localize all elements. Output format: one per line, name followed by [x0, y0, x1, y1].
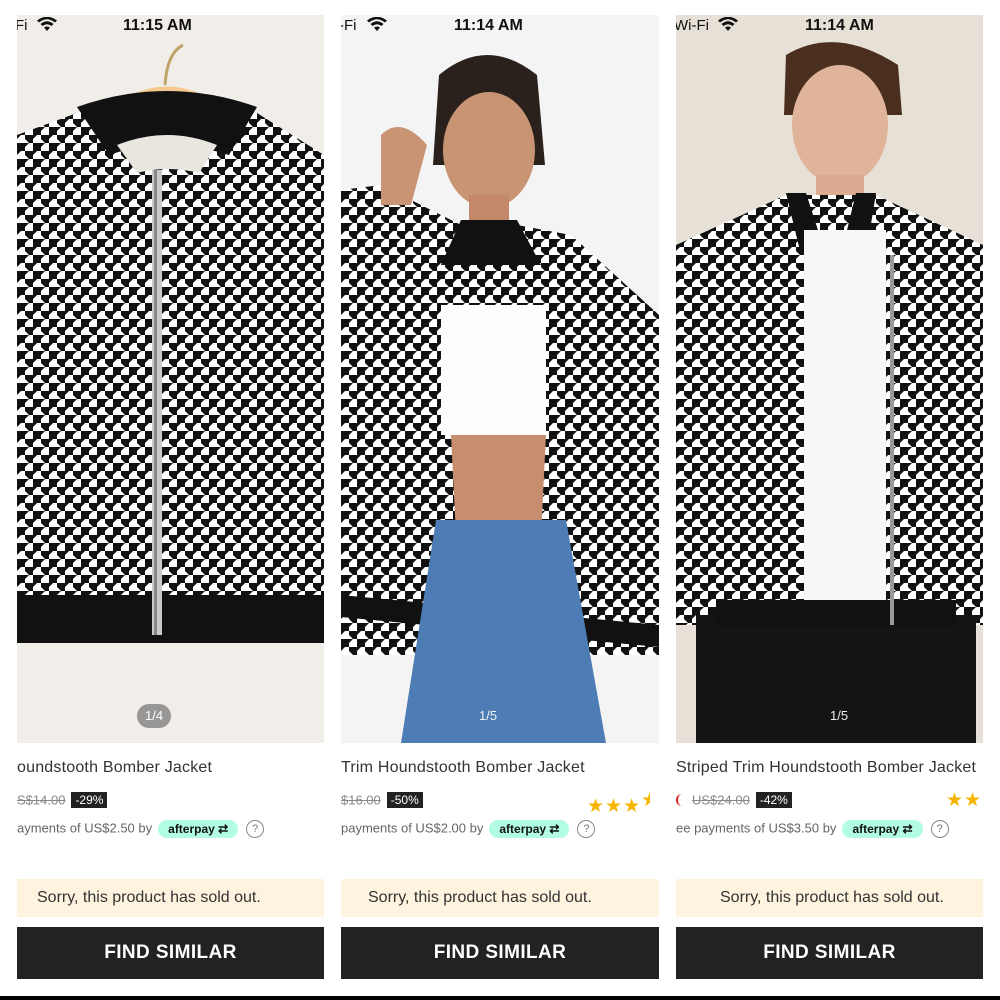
product-photo[interactable] [341, 15, 659, 743]
discount-badge: -29% [71, 791, 108, 808]
afterpay-text: ee payments of US$3.50 by [676, 820, 837, 836]
sold-out-notice: Sorry, this product has sold out. [341, 879, 659, 917]
rating-stars: ★★ [946, 789, 982, 812]
product-photo[interactable] [676, 15, 983, 743]
afterpay-arrows-icon: ⇄ [902, 822, 913, 836]
afterpay-text: ayments of US$2.50 by [17, 820, 153, 836]
half-star-icon: ★ [641, 789, 650, 812]
afterpay-text: payments of US$2.00 by [341, 820, 484, 836]
product-image [17, 15, 324, 743]
image-counter: 1/5 [830, 708, 849, 723]
afterpay-label: afterpay [168, 822, 215, 836]
price-row: $16.00 -50% [341, 791, 423, 809]
product-photo[interactable] [17, 15, 324, 743]
afterpay-badge[interactable]: afterpay ⇄ [158, 820, 239, 838]
afterpay-label: afterpay [499, 822, 547, 836]
afterpay-row: ayments of US$2.50 by afterpay ⇄? [17, 820, 265, 842]
wifi-icon [367, 16, 387, 37]
wifi-icon [718, 16, 738, 37]
discount-badge: -50% [386, 791, 423, 808]
help-icon[interactable]: ? [930, 820, 949, 838]
flash-sale-icon [676, 793, 684, 806]
status-bar: -Fi 11:14 AM [341, 15, 659, 37]
product-card-3: Wi-Fi 11:14 AM 1/5 Striped Trim Houndsto… [676, 0, 983, 1000]
afterpay-arrows-icon: ⇄ [218, 822, 229, 836]
product-card-1: Fi 11:15 AM 1/4 oundstooth Bomber Jacket… [17, 0, 324, 1000]
discount-badge: -42% [755, 791, 792, 808]
afterpay-label: afterpay [852, 822, 900, 836]
product-title[interactable]: Trim Houndstooth Bomber Jacket [341, 759, 585, 777]
original-price: US$24.00 [692, 792, 750, 808]
image-counter: 1/5 [479, 708, 498, 723]
rating-stars: ★★★★ [587, 789, 650, 818]
status-time: 11:15 AM [123, 17, 192, 34]
wifi-label: Wi-Fi [676, 17, 709, 34]
afterpay-row: ee payments of US$3.50 by afterpay ⇄? [676, 820, 949, 842]
afterpay-badge[interactable]: afterpay ⇄ [842, 820, 923, 838]
price-row: S$14.00 -29% [17, 791, 108, 809]
product-title[interactable]: oundstooth Bomber Jacket [17, 759, 212, 777]
find-similar-button[interactable]: FIND SIMILAR [676, 927, 983, 979]
product-image [341, 15, 659, 743]
status-bar: Wi-Fi 11:14 AM [676, 15, 983, 37]
sold-out-notice: Sorry, this product has sold out. [17, 879, 324, 917]
wifi-label: Fi [17, 17, 28, 34]
price-row: US$24.00 -42% [676, 791, 792, 809]
product-card-2: -Fi 11:14 AM 1/5 Trim Houndstooth Bomber… [341, 0, 659, 1000]
star-icon: ★ [605, 796, 624, 817]
afterpay-row: payments of US$2.00 by afterpay ⇄? [341, 820, 596, 842]
original-price: S$14.00 [17, 792, 66, 808]
help-icon[interactable]: ? [577, 820, 596, 838]
star-icon: ★ [964, 790, 983, 811]
bottom-divider [0, 996, 1000, 1000]
help-icon[interactable]: ? [246, 820, 265, 838]
find-similar-button[interactable]: FIND SIMILAR [341, 927, 659, 979]
status-time: 11:14 AM [454, 17, 523, 34]
status-time: 11:14 AM [805, 17, 874, 34]
product-image [676, 15, 983, 743]
star-icon: ★ [623, 796, 642, 817]
original-price: $16.00 [341, 792, 381, 808]
wifi-icon [37, 16, 57, 37]
wifi-label: -Fi [341, 17, 357, 34]
sold-out-notice: Sorry, this product has sold out. [676, 879, 983, 917]
star-icon: ★ [587, 796, 606, 817]
afterpay-badge[interactable]: afterpay ⇄ [489, 820, 570, 838]
image-counter: 1/4 [137, 704, 172, 728]
star-icon: ★ [946, 790, 965, 811]
status-bar: Fi 11:15 AM [17, 15, 324, 37]
find-similar-button[interactable]: FIND SIMILAR [17, 927, 324, 979]
afterpay-arrows-icon: ⇄ [549, 822, 560, 836]
product-title[interactable]: Striped Trim Houndstooth Bomber Jacket [676, 759, 976, 777]
